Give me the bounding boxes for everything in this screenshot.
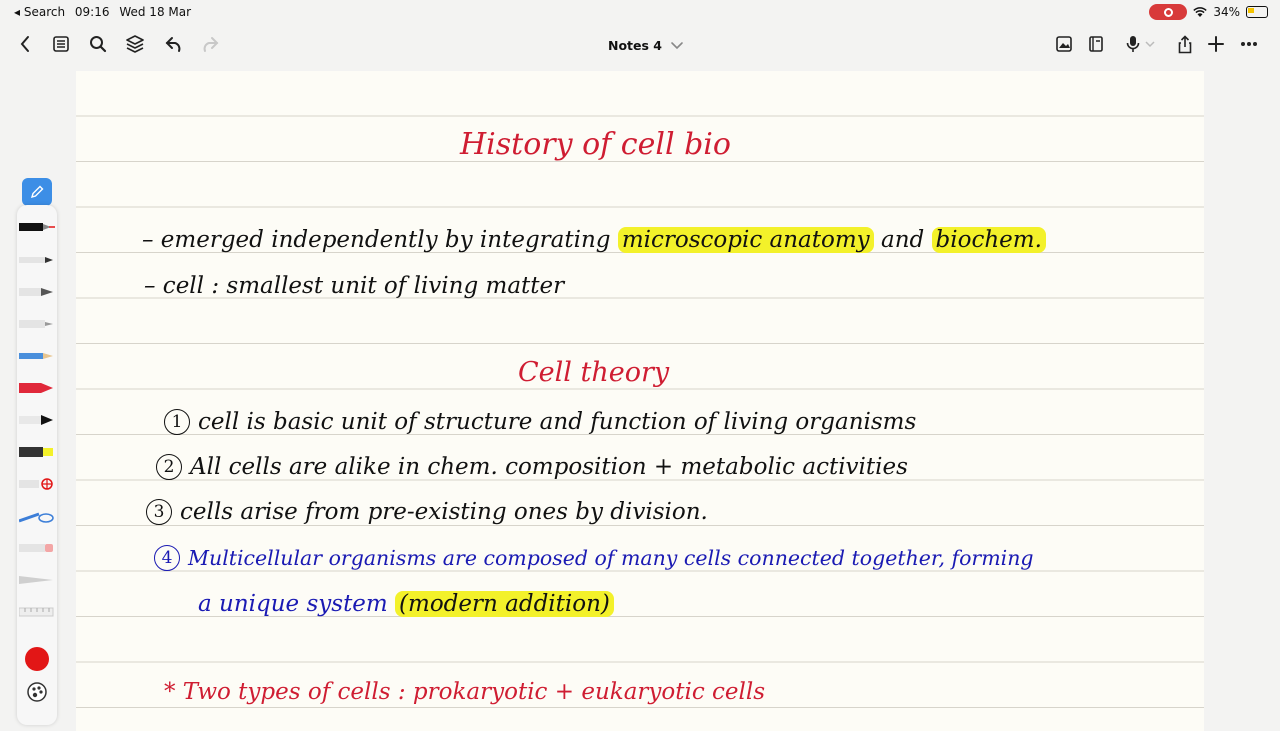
status-left: ◂ Search 09:16 Wed 18 Mar	[14, 5, 197, 19]
point-1-text: cell is basic unit of structure and func…	[198, 409, 917, 435]
cell-theory-point-1: 1 cell is basic unit of structure and fun…	[164, 409, 916, 435]
ellipsis-icon	[1241, 42, 1257, 46]
pen-tool-button[interactable]	[22, 178, 52, 206]
top-toolbar: Notes 4	[0, 26, 1280, 62]
number-circle-1: 1	[164, 409, 190, 435]
cell-theory-point-4-cont: a unique system (modern addition)	[198, 591, 614, 617]
number-circle-2: 2	[156, 454, 182, 480]
highlighter-tool-icon[interactable]	[19, 445, 55, 459]
highlight-biochem: biochem.	[931, 227, 1046, 253]
status-right: 34%	[1149, 4, 1268, 20]
cell-theory-heading: Cell theory	[518, 357, 670, 388]
battery-percent: 34%	[1213, 5, 1240, 19]
redo-icon	[203, 37, 219, 52]
cell-theory-point-3: 3 cells arise from pre-existing ones by d…	[146, 499, 708, 525]
chevron-down-icon	[1145, 41, 1155, 48]
thumbnails-button[interactable]	[47, 30, 75, 58]
screen-recording-icon[interactable]	[1149, 4, 1188, 20]
fountain-pen-tool-icon[interactable]	[19, 220, 55, 234]
plus-icon	[1208, 36, 1224, 52]
point-3-text: cells arise from pre-existing ones by di…	[180, 499, 708, 525]
bullet-1-mid: and	[873, 227, 932, 253]
layers-button[interactable]	[121, 30, 149, 58]
wifi-icon	[1193, 6, 1208, 17]
search-icon	[90, 36, 107, 53]
undo-button[interactable]	[160, 30, 188, 58]
lasso-tool-icon[interactable]	[19, 510, 55, 524]
two-types-of-cells-line: * Two types of cells : prokaryotic + euk…	[164, 679, 766, 705]
note-bullet-line-1: – emerged independently by integrating m…	[142, 227, 1046, 253]
number-circle-4: 4	[154, 545, 180, 571]
microphone-icon	[1126, 36, 1140, 52]
document-list-icon	[53, 36, 69, 52]
chevron-down-icon	[671, 42, 683, 50]
highlight-microscopic-anatomy: microscopic anatomy	[617, 227, 874, 253]
cell-theory-point-4: 4 Multicellular organisms are composed of…	[154, 545, 1034, 571]
marker-red-tool-icon[interactable]	[19, 381, 55, 395]
pencil-tool-icon[interactable]	[19, 349, 55, 363]
layers-icon	[126, 35, 144, 53]
palette-icon	[27, 682, 47, 702]
cell-theory-point-2: 2 All cells are alike in chem. compositio…	[156, 454, 908, 480]
note-page[interactable]: History of cell bio – emerged independen…	[76, 71, 1204, 731]
pencil-icon	[30, 185, 44, 199]
ruler-tool-icon[interactable]	[19, 605, 55, 619]
add-page-button[interactable]	[1202, 30, 1230, 58]
color-palette-button[interactable]	[26, 681, 48, 703]
insert-image-button[interactable]	[1050, 30, 1078, 58]
highlight-modern-addition: (modern addition)	[395, 591, 614, 617]
share-icon	[1178, 34, 1192, 53]
audio-menu-button[interactable]	[1143, 30, 1157, 58]
point-4-text: Multicellular organisms are composed of …	[188, 546, 1034, 570]
point-2-text: All cells are alike in chem. composition…	[190, 454, 908, 480]
redo-button[interactable]	[196, 30, 224, 58]
ballpoint-pen-tool-icon[interactable]	[19, 253, 55, 267]
eraser-tool-icon[interactable]	[19, 541, 55, 555]
selected-color-swatch[interactable]	[25, 647, 49, 671]
undo-icon	[165, 37, 181, 52]
number-circle-3: 3	[146, 499, 172, 525]
image-icon	[1056, 36, 1072, 52]
share-button[interactable]	[1171, 30, 1199, 58]
nib-pen-tool-icon[interactable]	[19, 285, 55, 299]
status-bar: ◂ Search 09:16 Wed 18 Mar 34%	[0, 0, 1280, 26]
status-date: Wed 18 Mar	[119, 5, 192, 19]
cone-tool-icon[interactable]	[19, 573, 55, 587]
chevron-left-icon	[20, 36, 29, 52]
back-button[interactable]	[11, 30, 39, 58]
bullet-1-text: – emerged independently by integrating	[142, 227, 618, 253]
more-options-button[interactable]	[1235, 30, 1263, 58]
status-time: 09:16	[74, 5, 110, 19]
reading-mode-button[interactable]	[1082, 30, 1110, 58]
note-bullet-line-2: – cell : smallest unit of living matter	[144, 273, 565, 299]
point-4-continued-text: a unique system	[198, 591, 396, 617]
document-menu-button[interactable]	[670, 35, 684, 54]
battery-icon	[1246, 6, 1268, 18]
document-title[interactable]: Notes 4	[608, 38, 662, 53]
back-to-search-link[interactable]: ◂ Search	[14, 5, 65, 19]
laser-pointer-tool-icon[interactable]	[19, 477, 55, 491]
search-button[interactable]	[84, 30, 112, 58]
fine-liner-tool-icon[interactable]	[19, 317, 55, 331]
note-title: History of cell bio	[460, 127, 731, 162]
book-icon	[1089, 36, 1103, 52]
marker-black-tool-icon[interactable]	[19, 413, 55, 427]
